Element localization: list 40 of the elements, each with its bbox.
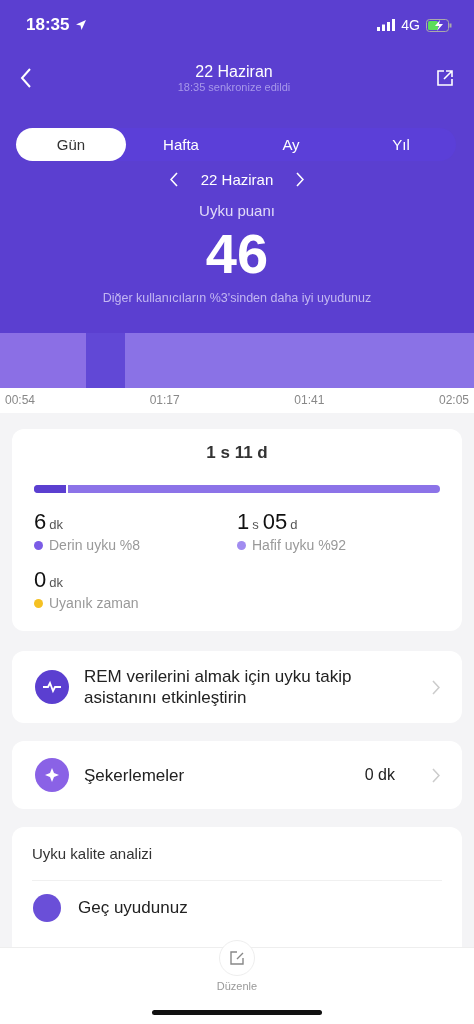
total-sleep-duration: 1 s 11 d <box>205 443 269 463</box>
pulse-icon <box>34 669 70 705</box>
stat-value: 6 dk <box>34 509 64 535</box>
status-time: 18:35 <box>26 15 70 35</box>
time-axis-label: 00:54 <box>5 393 36 407</box>
stat-value: 1 s 05 d <box>237 509 299 535</box>
back-icon[interactable] <box>20 68 32 88</box>
header-title: 22 Haziran <box>195 63 273 81</box>
battery-charging-icon <box>426 18 452 32</box>
time-axis-label: 02:05 <box>438 393 469 407</box>
edit-label: Düzenle <box>216 980 258 992</box>
stat-label: Derin uyku %8 <box>49 537 141 553</box>
stat-value: 0 dk <box>34 567 64 593</box>
period-tab[interactable]: Hafta <box>126 128 236 161</box>
naps-value: 0 dk <box>364 766 395 784</box>
naps-label: Şekerlemeler <box>84 764 186 786</box>
chevron-left-icon[interactable] <box>169 172 179 187</box>
sleep-score: 46 <box>204 221 270 287</box>
sync-subtitle: 18:35 senkronize edildi <box>177 81 291 93</box>
time-axis-label: 01:41 <box>294 393 325 407</box>
location-arrow-icon <box>75 19 88 31</box>
naps-card[interactable]: Şekerlemeler 0 dk <box>12 741 462 809</box>
sparkle-icon <box>34 757 70 793</box>
rem-prompt: REM verilerini almak için uyku takip asistanını etkinleştirin <box>84 666 353 708</box>
score-label: Uyku puanı <box>198 202 276 219</box>
period-tab[interactable]: Ay <box>236 128 346 161</box>
analysis-item[interactable]: Geç uyudunuz <box>78 898 188 918</box>
analysis-title: Uyku kalite analizi <box>32 845 442 881</box>
date-label: 22 Haziran <box>200 171 274 188</box>
share-icon[interactable] <box>436 69 454 87</box>
rem-card[interactable]: REM verilerini almak için uyku takip asistanını etkinleştirin <box>12 651 462 723</box>
period-tab[interactable]: Gün <box>16 128 126 161</box>
period-tab[interactable]: Yıl <box>346 128 456 161</box>
stat-label: Hafif uyku %92 <box>252 537 347 553</box>
signal-icon <box>377 19 396 31</box>
score-comparison: Diğer kullanıcıların %3'sinden daha iyi uyudunuz <box>101 291 373 307</box>
stat-label: Uyanık zaman <box>49 595 139 611</box>
edit-icon <box>229 950 245 966</box>
network-label: 4G <box>401 17 420 33</box>
time-axis-label: 01:17 <box>149 393 180 407</box>
